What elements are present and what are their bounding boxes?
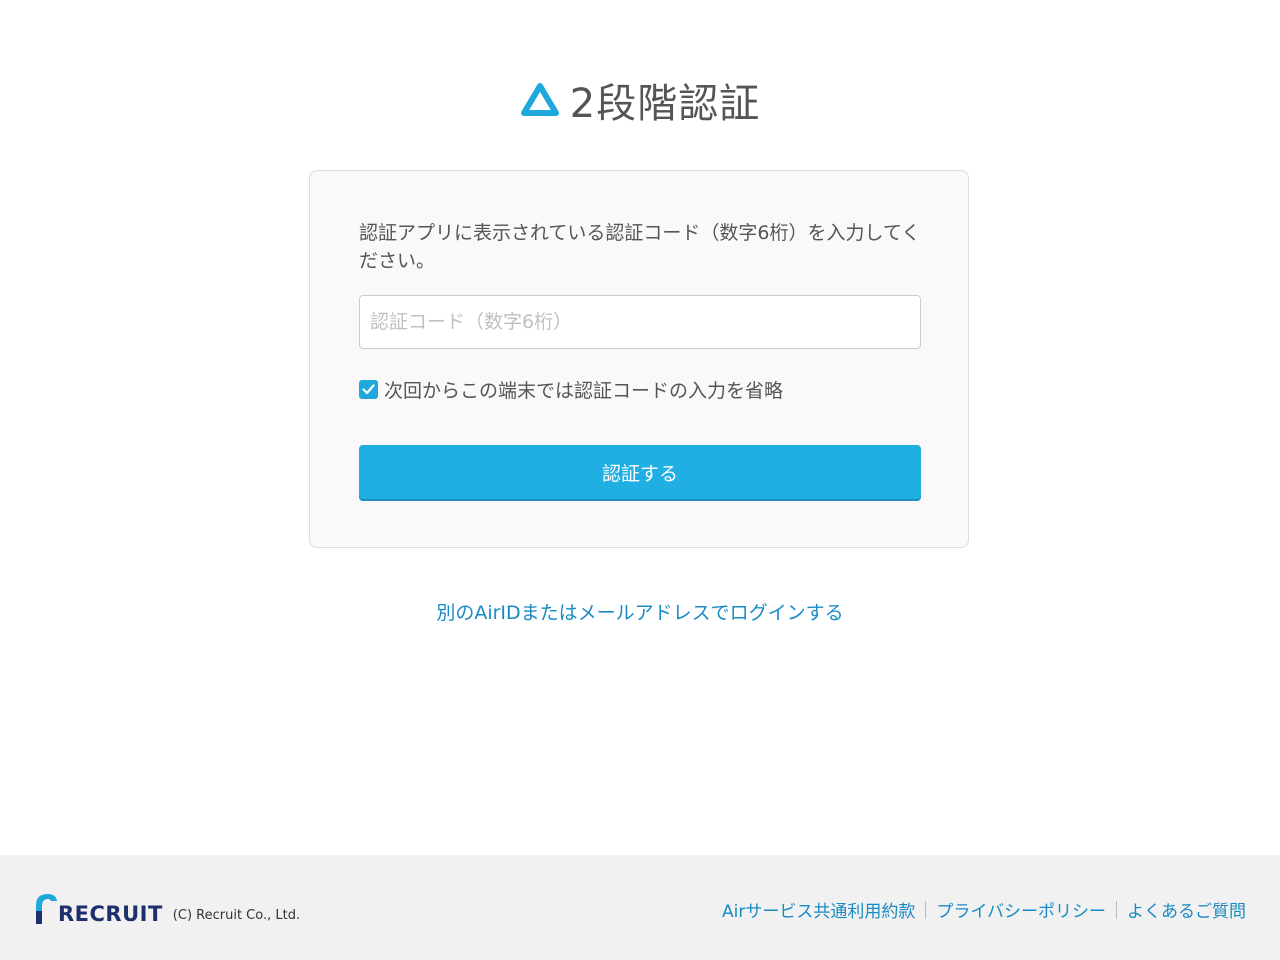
footer-links: Airサービス共通利用約款 プライバシーポリシー よくあるご質問 <box>722 897 1246 922</box>
auth-code-input[interactable] <box>359 295 921 349</box>
faq-link[interactable]: よくあるご質問 <box>1127 897 1246 922</box>
footer-separator <box>1116 900 1117 919</box>
verify-button[interactable]: 認証する <box>359 445 921 499</box>
header: 2段階認証 <box>0 70 1280 130</box>
footer-separator <box>925 900 927 919</box>
footer: RECRUIT (C) Recruit Co., Ltd. Airサービス共通利… <box>0 855 1280 960</box>
instruction-text: 認証アプリに表示されている認証コード（数字6桁）を入力してください。 <box>359 222 921 272</box>
page-title: 2段階認証 <box>569 81 761 127</box>
copyright-text: (C) Recruit Co., Ltd. <box>172 908 301 923</box>
privacy-policy-link[interactable]: プライバシーポリシー <box>936 897 1106 922</box>
remember-device-label: 次回からこの端末では認証コードの入力を省略 <box>384 380 784 402</box>
terms-link[interactable]: Airサービス共通利用約款 <box>722 897 915 922</box>
checkmark-icon <box>362 384 375 395</box>
page: 2段階認証 認証アプリに表示されている認証コード（数字6桁）を入力してください。… <box>0 0 1280 960</box>
header-inner: 2段階認証 <box>520 71 760 129</box>
remember-device-checkbox-row[interactable]: 次回からこの端末では認証コードの入力を省略 <box>359 376 783 403</box>
air-triangle-icon <box>520 80 560 120</box>
recruit-wordmark: RECRUIT <box>58 902 163 926</box>
auth-card: 認証アプリに表示されている認証コード（数字6桁）を入力してください。 次回からこ… <box>309 170 969 548</box>
recruit-logo: RECRUIT (C) Recruit Co., Ltd. <box>34 891 300 925</box>
alt-login-container: 別のAirIDまたはメールアドレスでログインする <box>0 598 1280 625</box>
remember-device-checkbox[interactable] <box>359 380 378 399</box>
recruit-mark-icon <box>36 894 57 924</box>
alt-login-link[interactable]: 別のAirIDまたはメールアドレスでログインする <box>436 602 843 624</box>
